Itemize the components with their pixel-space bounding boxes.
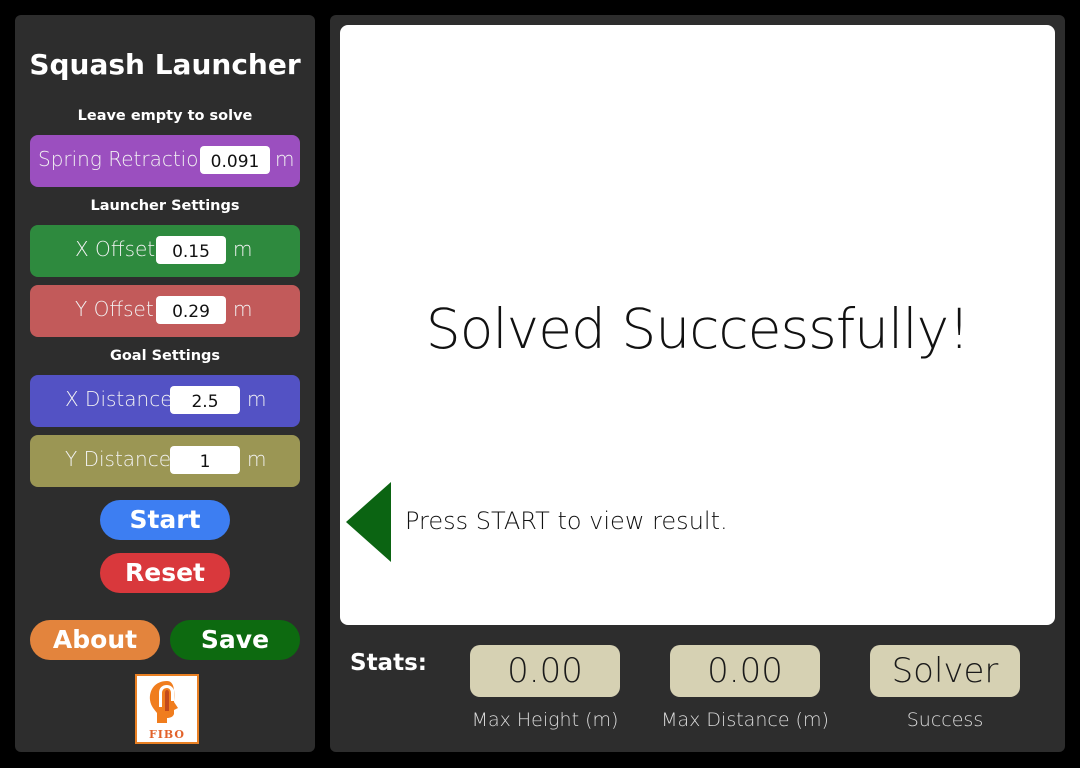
fibo-logo: FIBO [135,674,199,744]
stats-label: Stats: [350,650,427,676]
x-offset-label: X Offset [75,237,156,261]
goal-section-label: Goal Settings [109,348,221,364]
hint-text: Press START to view result. [405,507,728,535]
status-value: Solver [870,645,1020,697]
x-offset-input[interactable] [156,236,226,264]
max-height-caption: Max Height (m) [471,709,619,731]
logo-text: FIBO [148,728,186,741]
y-offset-label: Y Offset [75,297,154,321]
x-distance-unit: m [247,387,267,411]
y-distance-row: Y Distance m [30,435,300,487]
spring-retraction-input[interactable] [200,146,270,174]
status-caption: Success [906,709,984,731]
about-button[interactable]: About [30,620,160,660]
y-distance-label: Y Distance [65,447,172,471]
x-offset-unit: m [233,237,253,261]
start-button[interactable]: Start [100,500,230,540]
max-distance-caption: Max Distance (m) [661,709,829,731]
spring-retraction-unit: m [275,147,295,171]
display-panel: Solved Successfully! Press START to view… [330,15,1065,752]
head-profile-icon [149,681,178,723]
y-distance-unit: m [247,447,267,471]
y-offset-row: Y Offset m [30,285,300,337]
x-distance-label: X Distance [65,387,173,411]
max-height-value: 0.00 [470,645,620,697]
app-title: Squash Launcher [29,48,301,81]
spring-retraction-row: Spring Retraction m [30,135,300,187]
result-message: Solved Successfully! [425,297,970,361]
y-distance-input[interactable] [170,446,240,474]
result-canvas: Solved Successfully! Press START to view… [340,25,1055,625]
x-distance-row: X Distance m [30,375,300,427]
save-button[interactable]: Save [170,620,300,660]
control-panel: Squash Launcher Leave empty to solve Spr… [15,15,315,752]
launcher-section-label: Launcher Settings [90,198,240,214]
left-triangle-icon [346,482,391,562]
x-distance-input[interactable] [170,386,240,414]
max-distance-value: 0.00 [670,645,820,697]
spring-retraction-label: Spring Retraction [38,147,212,171]
y-offset-input[interactable] [156,296,226,324]
y-offset-unit: m [233,297,253,321]
x-offset-row: X Offset m [30,225,300,277]
reset-button[interactable]: Reset [100,553,230,593]
solve-section-label: Leave empty to solve [77,108,253,124]
